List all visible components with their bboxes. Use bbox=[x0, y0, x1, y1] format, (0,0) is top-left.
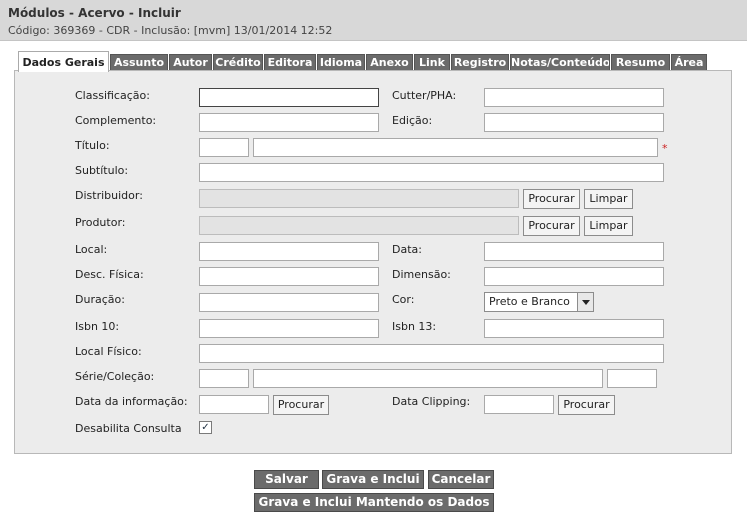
edicao-input[interactable] bbox=[484, 113, 664, 132]
tab-link[interactable]: Link bbox=[414, 54, 450, 71]
local-label: Local: bbox=[75, 243, 108, 256]
distribuidor-input bbox=[199, 189, 519, 208]
data-input[interactable] bbox=[484, 242, 664, 261]
subtitulo-input[interactable] bbox=[199, 163, 664, 182]
isbn13-label: Isbn 13: bbox=[392, 320, 437, 333]
cutter-label: Cutter/PHA: bbox=[392, 89, 457, 102]
data-informacao-search-button[interactable]: Procurar bbox=[273, 395, 329, 415]
tab-assunto[interactable]: Assunto bbox=[110, 54, 168, 71]
isbn13-input[interactable] bbox=[484, 319, 664, 338]
tab-anexo[interactable]: Anexo bbox=[366, 54, 413, 71]
isbn10-label: Isbn 10: bbox=[75, 320, 120, 333]
save-and-new-button[interactable]: Grava e Inclui bbox=[322, 470, 424, 489]
page-title: Módulos - Acervo - Incluir bbox=[8, 6, 181, 20]
produtor-input bbox=[199, 216, 519, 235]
titulo-prefix-input[interactable] bbox=[199, 138, 249, 157]
data-clipping-label: Data Clipping: bbox=[392, 395, 471, 408]
complemento-label: Complemento: bbox=[75, 114, 157, 127]
window-header: Módulos - Acervo - Incluir Código: 36936… bbox=[0, 0, 747, 41]
produtor-clear-button[interactable]: Limpar bbox=[584, 216, 633, 236]
local-input[interactable] bbox=[199, 242, 379, 261]
tab-credito[interactable]: Crédito bbox=[213, 54, 263, 71]
tab-resumo[interactable]: Resumo bbox=[611, 54, 670, 71]
tab-editora[interactable]: Editora bbox=[264, 54, 316, 71]
tab-idioma[interactable]: Idioma bbox=[317, 54, 365, 71]
distribuidor-label: Distribuidor: bbox=[75, 189, 143, 202]
dimensao-input[interactable] bbox=[484, 267, 664, 286]
data-informacao-label: Data da informação: bbox=[75, 395, 188, 408]
save-button[interactable]: Salvar bbox=[254, 470, 319, 489]
produtor-search-button[interactable]: Procurar bbox=[523, 216, 580, 236]
desc-fisica-input[interactable] bbox=[199, 267, 379, 286]
cancel-button[interactable]: Cancelar bbox=[428, 470, 494, 489]
serie-input[interactable] bbox=[253, 369, 603, 388]
serie-prefix-input[interactable] bbox=[199, 369, 249, 388]
tab-dados-gerais[interactable]: Dados Gerais bbox=[18, 51, 109, 72]
complemento-input[interactable] bbox=[199, 113, 379, 132]
cutter-input[interactable] bbox=[484, 88, 664, 107]
desabilita-checkbox[interactable]: ✓ bbox=[199, 421, 212, 434]
cor-label: Cor: bbox=[392, 293, 415, 306]
data-informacao-input[interactable] bbox=[199, 395, 269, 414]
data-clipping-search-button[interactable]: Procurar bbox=[558, 395, 615, 415]
titulo-input[interactable] bbox=[253, 138, 658, 157]
tab-autor[interactable]: Autor bbox=[169, 54, 212, 71]
distribuidor-search-button[interactable]: Procurar bbox=[523, 189, 580, 209]
local-fisico-input[interactable] bbox=[199, 344, 664, 363]
data-clipping-input[interactable] bbox=[484, 395, 554, 414]
cor-selected-value: Preto e Branco bbox=[489, 295, 570, 308]
dimensao-label: Dimensão: bbox=[392, 268, 451, 281]
edicao-label: Edição: bbox=[392, 114, 433, 127]
subtitulo-label: Subtítulo: bbox=[75, 164, 129, 177]
serie-number-input[interactable] bbox=[607, 369, 657, 388]
serie-label: Série/Coleção: bbox=[75, 370, 155, 383]
required-mark: * bbox=[662, 142, 668, 155]
distribuidor-clear-button[interactable]: Limpar bbox=[584, 189, 633, 209]
chevron-down-icon[interactable] bbox=[577, 293, 593, 311]
cor-select[interactable]: Preto e Branco bbox=[484, 292, 594, 312]
classificacao-label: Classificação: bbox=[75, 89, 150, 102]
tab-notas-conteudo[interactable]: Notas/Conteúdo bbox=[510, 54, 610, 71]
classificacao-input[interactable] bbox=[199, 88, 379, 107]
tab-area[interactable]: Área bbox=[671, 54, 707, 71]
tab-registro[interactable]: Registro bbox=[451, 54, 509, 71]
desc-fisica-label: Desc. Física: bbox=[75, 268, 144, 281]
local-fisico-label: Local Físico: bbox=[75, 345, 142, 358]
titulo-label: Título: bbox=[75, 139, 110, 152]
duracao-input[interactable] bbox=[199, 293, 379, 312]
record-info: Código: 369369 - CDR - Inclusão: [mvm] 1… bbox=[8, 24, 333, 37]
produtor-label: Produtor: bbox=[75, 216, 126, 229]
data-label: Data: bbox=[392, 243, 422, 256]
isbn10-input[interactable] bbox=[199, 319, 379, 338]
save-and-new-keep-data-button[interactable]: Grava e Inclui Mantendo os Dados bbox=[254, 493, 494, 512]
duracao-label: Duração: bbox=[75, 293, 125, 306]
desabilita-label: Desabilita Consulta bbox=[75, 422, 182, 435]
